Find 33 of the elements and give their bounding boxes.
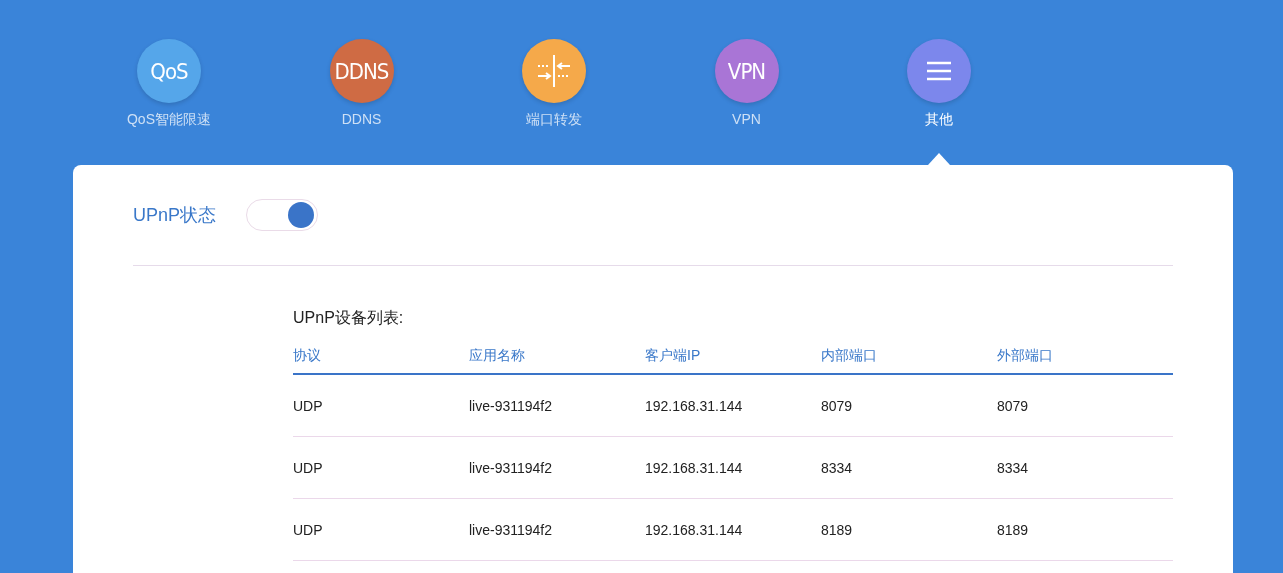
nav-button[interactable]: DDNS bbox=[329, 39, 394, 103]
icon-label: QoS bbox=[150, 58, 188, 84]
nav-label: DDNS bbox=[341, 111, 382, 127]
column-header: 应用名称 bbox=[469, 346, 526, 365]
table-cell-text: UDP bbox=[293, 397, 324, 414]
column-header: 内部端口 bbox=[821, 346, 878, 365]
nav-label: QoS智能限速 bbox=[127, 111, 211, 129]
icon-label: VPN bbox=[727, 58, 766, 84]
nav-button[interactable]: VPN bbox=[714, 39, 779, 103]
icon-label: DDNS bbox=[334, 58, 389, 84]
table-cell-text: 192.168.31.144 bbox=[645, 459, 744, 476]
table-cell-text: 8189 bbox=[821, 521, 854, 538]
table-cell-text: live-931194f2 bbox=[469, 521, 554, 538]
table-cell-text: 8334 bbox=[997, 459, 1030, 476]
table-cell-text: 8079 bbox=[821, 397, 854, 414]
table-cell-text: live-931194f2 bbox=[469, 397, 554, 414]
nav-label: VPN bbox=[732, 111, 761, 127]
table-cell-text: UDP bbox=[293, 459, 324, 476]
table-cell-text: 8334 bbox=[821, 459, 854, 476]
column-header: 外部端口 bbox=[997, 346, 1054, 365]
table-cell-text: 192.168.31.144 bbox=[645, 521, 744, 538]
table-title: UPnP设备列表: bbox=[293, 308, 405, 328]
nav-label: 端口转发 bbox=[526, 111, 582, 129]
table-cell-text: UDP bbox=[293, 521, 324, 538]
table-cell-text: 192.168.31.144 bbox=[645, 397, 744, 414]
table-cell-text: live-931194f2 bbox=[469, 459, 554, 476]
column-header: 客户端IP bbox=[645, 346, 702, 365]
nav-button[interactable]: QoS bbox=[137, 39, 201, 103]
column-header: 协议 bbox=[293, 346, 322, 365]
table-cell-text: 8189 bbox=[997, 521, 1030, 538]
nav-label: 其他 bbox=[925, 111, 953, 129]
table-cell-text: 8079 bbox=[997, 397, 1030, 414]
upnp-label: UPnP状态 bbox=[133, 204, 217, 227]
